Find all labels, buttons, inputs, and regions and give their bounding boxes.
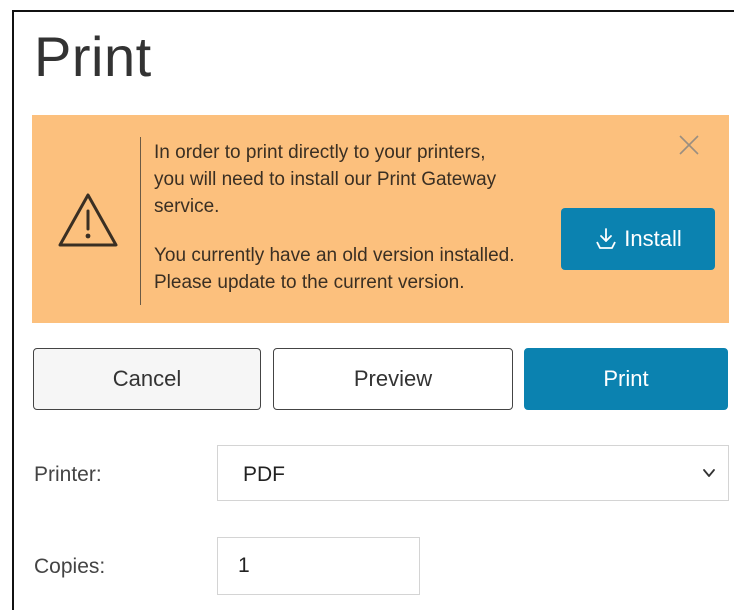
- copies-input[interactable]: [217, 537, 420, 595]
- copies-label: Copies:: [34, 555, 106, 578]
- printer-select[interactable]: PDF: [217, 445, 729, 501]
- banner-message-line: service.: [154, 196, 220, 217]
- cancel-button[interactable]: Cancel: [33, 348, 261, 410]
- print-button[interactable]: Print: [524, 348, 728, 410]
- banner-message: In order to print directly to your print…: [154, 139, 574, 296]
- warning-triangle-icon: [56, 191, 120, 251]
- install-download-icon: [594, 227, 618, 251]
- banner-message-line: In order to print directly to your print…: [154, 142, 486, 163]
- close-icon[interactable]: [677, 133, 701, 157]
- page-title: Print: [34, 25, 152, 88]
- install-button-label: Install: [624, 226, 682, 251]
- print-dialog: Print In order to print directly to your…: [12, 10, 734, 610]
- preview-button[interactable]: Preview: [273, 348, 513, 410]
- banner-divider: [140, 137, 141, 305]
- install-warning-banner: In order to print directly to your print…: [32, 115, 729, 323]
- printer-select-value: PDF: [243, 463, 285, 486]
- chevron-down-icon: [702, 466, 716, 480]
- install-button[interactable]: Install: [561, 208, 715, 270]
- printer-label: Printer:: [34, 463, 102, 486]
- banner-message-line: you will need to install our Print Gatew…: [154, 169, 497, 190]
- banner-update-line: You currently have an old version instal…: [154, 245, 515, 266]
- banner-update-line: Please update to the current version.: [154, 272, 465, 293]
